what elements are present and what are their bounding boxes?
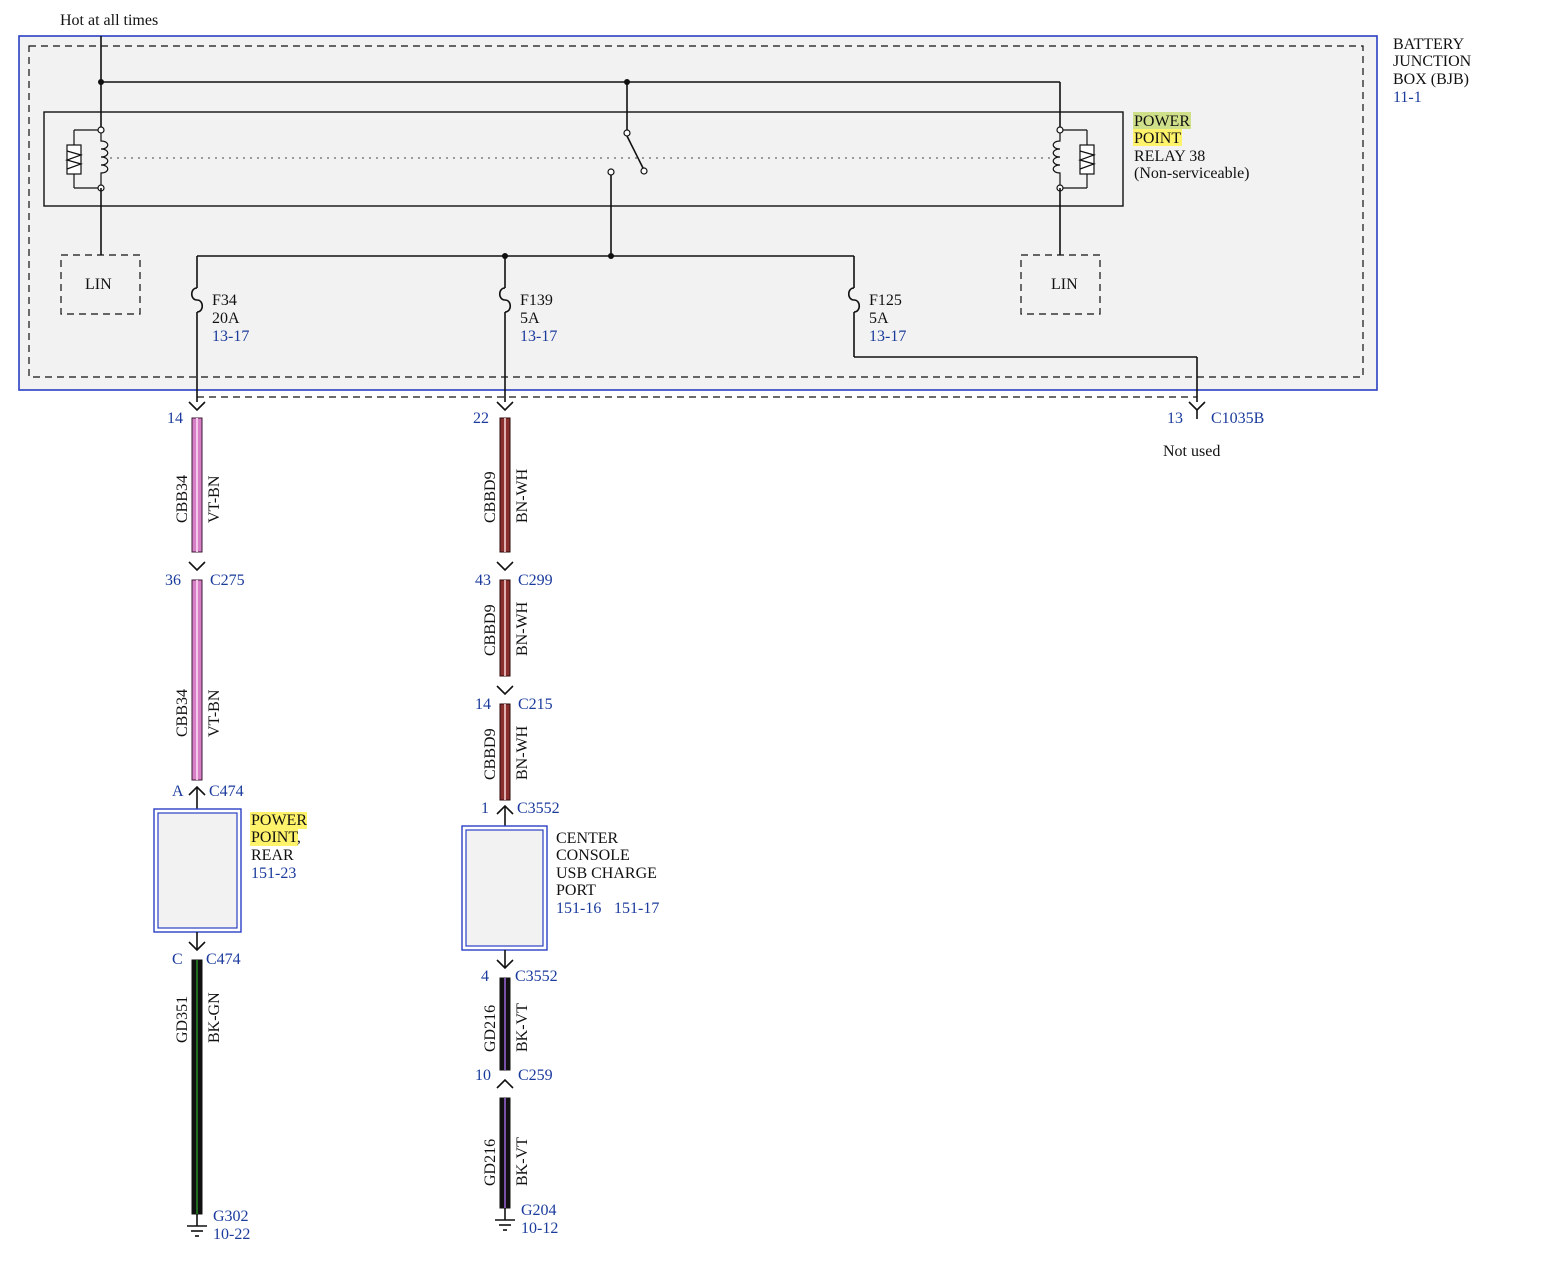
wire-circuit-id: CBBD9 [482, 471, 499, 523]
component-label-line-2: CONSOLE [556, 847, 630, 864]
fuse-id: F34 [212, 292, 237, 309]
component-label-line-3: USB CHARGE [556, 865, 657, 882]
ground-ref-link[interactable]: 10-12 [521, 1220, 558, 1237]
fuse-rating: 20A [212, 310, 240, 327]
unused-note: Not used [1163, 443, 1220, 460]
fuse-id: F125 [869, 292, 902, 309]
connector-pin: 22 [473, 410, 489, 427]
component-ref-link[interactable]: 151-23 [251, 865, 296, 882]
relay-switch-pivot [623, 129, 631, 137]
relay-label-line-3: RELAY 38 [1134, 148, 1205, 165]
wire-circuit-id: CBBD9 [482, 604, 499, 656]
wire-color-code: BN-WH [514, 468, 531, 523]
component-label-line-3: REAR [251, 847, 294, 864]
connector-pin: 36 [165, 572, 181, 589]
connector-pin: 14 [167, 410, 183, 427]
connector-arrow-icon [188, 561, 206, 572]
bjb-title-line-2: JUNCTION [1393, 53, 1472, 70]
wire-color-code: BK-GN [206, 992, 223, 1043]
wire-circuit-id: CBB34 [174, 689, 191, 737]
connector-name-link[interactable]: C259 [518, 1067, 553, 1084]
circuit-left: 14 CBB34 VT-BN 36 C275 CBB34 VT-BN A C47… [153, 401, 307, 1243]
unused-pin: 13 [1167, 410, 1183, 427]
ground-ref-link[interactable]: 10-22 [213, 1226, 250, 1243]
fuse-ref-link[interactable]: 13-17 [212, 328, 249, 345]
relay-label-line-2: POINT [1134, 130, 1181, 147]
fuse-rating: 5A [869, 310, 889, 327]
wire-color-code: BN-WH [514, 725, 531, 780]
component-label-line-4: PORT [556, 882, 596, 899]
connector-pin: 4 [481, 968, 489, 985]
fuse-id: F139 [520, 292, 553, 309]
fuse-rating: 5A [520, 310, 540, 327]
supply-label: Hot at all times [60, 12, 158, 29]
component-label-line-2: POINT, [251, 829, 301, 846]
relay-label-line-1: POWER [1134, 113, 1190, 130]
component-ref-link-2[interactable]: 151-17 [614, 900, 659, 917]
connector-pin: C [172, 951, 183, 968]
connector-pin: 1 [481, 800, 489, 817]
connector-arrow-icon [188, 401, 206, 412]
ground-name-link[interactable]: G204 [521, 1202, 557, 1219]
ground-icon [495, 1219, 515, 1231]
wire-color-code: BN-WH [514, 601, 531, 656]
fuse-ref-link[interactable]: 13-17 [520, 328, 557, 345]
bjb-ref-link[interactable]: 11-1 [1393, 89, 1422, 106]
connector-arrow-icon [496, 401, 514, 412]
circuit-center: 22 CBBD9 BN-WH 43 C299 CBBD9 BN-WH 14 C2… [461, 401, 659, 1237]
connector-pin: 43 [475, 572, 491, 589]
connector-arrow-icon [496, 685, 514, 696]
connector-pin: 14 [475, 696, 491, 713]
connector-name-link[interactable]: C3552 [517, 800, 560, 817]
unused-output: 13 C1035B Not used [1163, 401, 1264, 460]
wire-color-code: BK-VT [514, 1137, 531, 1186]
wire-color-code: BK-VT [514, 1003, 531, 1052]
connector-name-link[interactable]: C299 [518, 572, 553, 589]
connector-name-link[interactable]: C474 [209, 783, 244, 800]
lin-label-left: LIN [85, 276, 112, 293]
fuse-ref-link[interactable]: 13-17 [869, 328, 906, 345]
wiring-diagram: BATTERY JUNCTION BOX (BJB) 11-1 Hot at a… [18, 12, 1472, 1243]
wire-circuit-id: CBB34 [174, 475, 191, 523]
wire-circuit-id: GD216 [482, 1005, 499, 1052]
connector-arrow-icon [496, 561, 514, 572]
connector-arrow-icon [496, 1078, 514, 1089]
connector-pin: 10 [475, 1067, 491, 1084]
ground-name-link[interactable]: G302 [213, 1208, 249, 1225]
ground-icon [187, 1225, 207, 1237]
component-label-line-1: POWER [251, 812, 307, 829]
wire-color-code: VT-BN [206, 689, 223, 737]
connector-arrow-icon [1188, 401, 1206, 412]
wire-circuit-id: CBBD9 [482, 728, 499, 780]
lin-label-right: LIN [1051, 276, 1078, 293]
connector-name-link[interactable]: C215 [518, 696, 553, 713]
connector-name-link[interactable]: C3552 [515, 968, 558, 985]
wire-circuit-id: GD216 [482, 1139, 499, 1186]
connector-pin: A [172, 783, 184, 800]
bjb-title-line-1: BATTERY [1393, 36, 1465, 53]
unused-connector-link[interactable]: C1035B [1211, 410, 1264, 427]
bjb-title-line-3: BOX (BJB) [1393, 71, 1469, 88]
connector-name-link[interactable]: C275 [210, 572, 245, 589]
wire-circuit-id: GD351 [174, 996, 191, 1043]
connector-name-link[interactable]: C474 [206, 951, 241, 968]
component-label-line-1: CENTER [556, 830, 619, 847]
wire-color-code: VT-BN [206, 475, 223, 523]
component-ref-link-1[interactable]: 151-16 [556, 900, 601, 917]
relay-label-line-4: (Non-serviceable) [1134, 165, 1250, 182]
